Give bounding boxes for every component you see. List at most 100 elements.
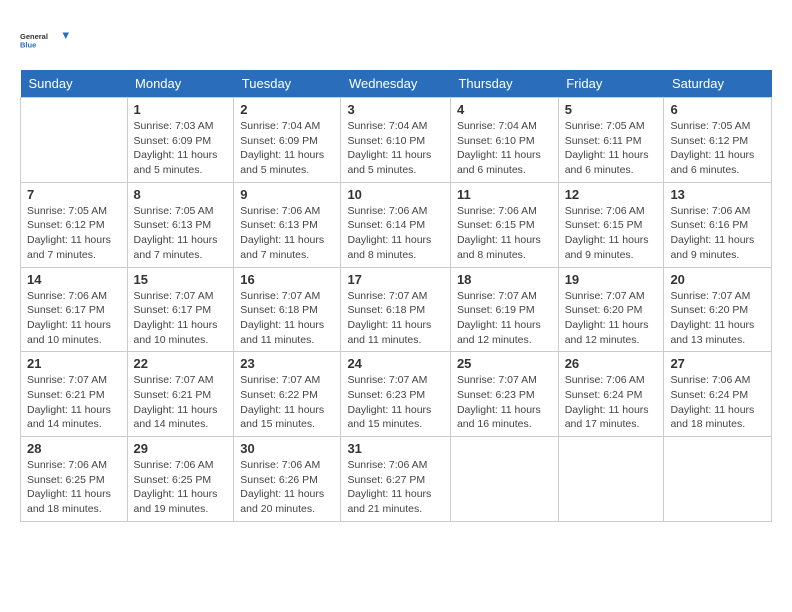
day-number: 27 bbox=[670, 356, 765, 371]
day-info: Sunrise: 7:07 AMSunset: 6:21 PMDaylight:… bbox=[134, 373, 228, 432]
day-info: Sunrise: 7:05 AMSunset: 6:11 PMDaylight:… bbox=[565, 119, 658, 178]
weekday-header-row: SundayMondayTuesdayWednesdayThursdayFrid… bbox=[21, 70, 772, 98]
day-number: 30 bbox=[240, 441, 334, 456]
logo-svg: General Blue bbox=[20, 20, 70, 60]
calendar-cell: 15 Sunrise: 7:07 AMSunset: 6:17 PMDayligh… bbox=[127, 267, 234, 352]
calendar-cell: 13 Sunrise: 7:06 AMSunset: 6:16 PMDayligh… bbox=[664, 182, 772, 267]
day-number: 3 bbox=[347, 102, 444, 117]
day-number: 14 bbox=[27, 272, 121, 287]
day-number: 9 bbox=[240, 187, 334, 202]
svg-text:Blue: Blue bbox=[20, 41, 36, 50]
day-number: 21 bbox=[27, 356, 121, 371]
day-number: 15 bbox=[134, 272, 228, 287]
calendar-cell: 30 Sunrise: 7:06 AMSunset: 6:26 PMDayligh… bbox=[234, 437, 341, 522]
calendar-cell: 17 Sunrise: 7:07 AMSunset: 6:18 PMDayligh… bbox=[341, 267, 451, 352]
day-number: 12 bbox=[565, 187, 658, 202]
calendar-cell: 10 Sunrise: 7:06 AMSunset: 6:14 PMDayligh… bbox=[341, 182, 451, 267]
svg-text:General: General bbox=[20, 32, 48, 41]
calendar-cell bbox=[450, 437, 558, 522]
day-info: Sunrise: 7:06 AMSunset: 6:17 PMDaylight:… bbox=[27, 289, 121, 348]
day-number: 23 bbox=[240, 356, 334, 371]
calendar-cell: 8 Sunrise: 7:05 AMSunset: 6:13 PMDaylight… bbox=[127, 182, 234, 267]
day-info: Sunrise: 7:07 AMSunset: 6:20 PMDaylight:… bbox=[565, 289, 658, 348]
weekday-header-saturday: Saturday bbox=[664, 70, 772, 98]
day-info: Sunrise: 7:06 AMSunset: 6:24 PMDaylight:… bbox=[670, 373, 765, 432]
calendar-cell: 26 Sunrise: 7:06 AMSunset: 6:24 PMDayligh… bbox=[558, 352, 664, 437]
calendar-week-1: 1 Sunrise: 7:03 AMSunset: 6:09 PMDaylight… bbox=[21, 98, 772, 183]
day-number: 18 bbox=[457, 272, 552, 287]
calendar-week-2: 7Sunrise: 7:05 AMSunset: 6:12 PMDaylight… bbox=[21, 182, 772, 267]
day-info: Sunrise: 7:06 AMSunset: 6:16 PMDaylight:… bbox=[670, 204, 765, 263]
weekday-header-sunday: Sunday bbox=[21, 70, 128, 98]
day-info: Sunrise: 7:06 AMSunset: 6:15 PMDaylight:… bbox=[457, 204, 552, 263]
calendar-cell: 14 Sunrise: 7:06 AMSunset: 6:17 PMDayligh… bbox=[21, 267, 128, 352]
page-header: General Blue bbox=[20, 20, 772, 60]
day-info: Sunrise: 7:07 AMSunset: 6:22 PMDaylight:… bbox=[240, 373, 334, 432]
day-info: Sunrise: 7:06 AMSunset: 6:24 PMDaylight:… bbox=[565, 373, 658, 432]
day-info: Sunrise: 7:05 AMSunset: 6:13 PMDaylight:… bbox=[134, 204, 228, 263]
day-info: Sunrise: 7:05 AMSunset: 6:12 PMDaylight:… bbox=[670, 119, 765, 178]
calendar-cell: 3 Sunrise: 7:04 AMSunset: 6:10 PMDaylight… bbox=[341, 98, 451, 183]
day-number: 13 bbox=[670, 187, 765, 202]
day-number: 31 bbox=[347, 441, 444, 456]
calendar-cell: 5Sunrise: 7:05 AMSunset: 6:11 PMDaylight… bbox=[558, 98, 664, 183]
day-number: 17 bbox=[347, 272, 444, 287]
day-number: 11 bbox=[457, 187, 552, 202]
day-number: 1 bbox=[134, 102, 228, 117]
day-info: Sunrise: 7:06 AMSunset: 6:15 PMDaylight:… bbox=[565, 204, 658, 263]
calendar-cell: 6 Sunrise: 7:05 AMSunset: 6:12 PMDaylight… bbox=[664, 98, 772, 183]
day-number: 8 bbox=[134, 187, 228, 202]
day-info: Sunrise: 7:07 AMSunset: 6:18 PMDaylight:… bbox=[347, 289, 444, 348]
calendar-cell: 2 Sunrise: 7:04 AMSunset: 6:09 PMDaylight… bbox=[234, 98, 341, 183]
day-number: 2 bbox=[240, 102, 334, 117]
weekday-header-thursday: Thursday bbox=[450, 70, 558, 98]
day-info: Sunrise: 7:06 AMSunset: 6:14 PMDaylight:… bbox=[347, 204, 444, 263]
day-info: Sunrise: 7:06 AMSunset: 6:25 PMDaylight:… bbox=[27, 458, 121, 517]
day-info: Sunrise: 7:06 AMSunset: 6:27 PMDaylight:… bbox=[347, 458, 444, 517]
calendar-cell: 7Sunrise: 7:05 AMSunset: 6:12 PMDaylight… bbox=[21, 182, 128, 267]
day-info: Sunrise: 7:06 AMSunset: 6:13 PMDaylight:… bbox=[240, 204, 334, 263]
day-number: 7 bbox=[27, 187, 121, 202]
day-number: 24 bbox=[347, 356, 444, 371]
calendar-week-4: 21 Sunrise: 7:07 AMSunset: 6:21 PMDayligh… bbox=[21, 352, 772, 437]
calendar-cell: 1 Sunrise: 7:03 AMSunset: 6:09 PMDaylight… bbox=[127, 98, 234, 183]
calendar-cell: 25 Sunrise: 7:07 AMSunset: 6:23 PMDayligh… bbox=[450, 352, 558, 437]
calendar-cell: 28 Sunrise: 7:06 AMSunset: 6:25 PMDayligh… bbox=[21, 437, 128, 522]
calendar-cell bbox=[664, 437, 772, 522]
calendar-cell: 27 Sunrise: 7:06 AMSunset: 6:24 PMDayligh… bbox=[664, 352, 772, 437]
logo: General Blue bbox=[20, 20, 70, 60]
day-info: Sunrise: 7:07 AMSunset: 6:17 PMDaylight:… bbox=[134, 289, 228, 348]
day-info: Sunrise: 7:07 AMSunset: 6:23 PMDaylight:… bbox=[347, 373, 444, 432]
day-number: 20 bbox=[670, 272, 765, 287]
calendar-cell: 31 Sunrise: 7:06 AMSunset: 6:27 PMDayligh… bbox=[341, 437, 451, 522]
day-number: 19 bbox=[565, 272, 658, 287]
calendar-table: SundayMondayTuesdayWednesdayThursdayFrid… bbox=[20, 70, 772, 522]
weekday-header-monday: Monday bbox=[127, 70, 234, 98]
day-info: Sunrise: 7:07 AMSunset: 6:21 PMDaylight:… bbox=[27, 373, 121, 432]
calendar-cell: 4Sunrise: 7:04 AMSunset: 6:10 PMDaylight… bbox=[450, 98, 558, 183]
day-info: Sunrise: 7:07 AMSunset: 6:23 PMDaylight:… bbox=[457, 373, 552, 432]
calendar-cell: 24 Sunrise: 7:07 AMSunset: 6:23 PMDayligh… bbox=[341, 352, 451, 437]
calendar-cell: 18Sunrise: 7:07 AMSunset: 6:19 PMDayligh… bbox=[450, 267, 558, 352]
calendar-cell: 16Sunrise: 7:07 AMSunset: 6:18 PMDayligh… bbox=[234, 267, 341, 352]
day-info: Sunrise: 7:04 AMSunset: 6:10 PMDaylight:… bbox=[347, 119, 444, 178]
calendar-week-3: 14 Sunrise: 7:06 AMSunset: 6:17 PMDayligh… bbox=[21, 267, 772, 352]
day-number: 29 bbox=[134, 441, 228, 456]
day-number: 10 bbox=[347, 187, 444, 202]
calendar-week-5: 28 Sunrise: 7:06 AMSunset: 6:25 PMDayligh… bbox=[21, 437, 772, 522]
day-number: 28 bbox=[27, 441, 121, 456]
day-info: Sunrise: 7:04 AMSunset: 6:10 PMDaylight:… bbox=[457, 119, 552, 178]
day-number: 6 bbox=[670, 102, 765, 117]
calendar-cell: 23 Sunrise: 7:07 AMSunset: 6:22 PMDayligh… bbox=[234, 352, 341, 437]
calendar-cell: 22 Sunrise: 7:07 AMSunset: 6:21 PMDayligh… bbox=[127, 352, 234, 437]
calendar-cell: 12 Sunrise: 7:06 AMSunset: 6:15 PMDayligh… bbox=[558, 182, 664, 267]
day-info: Sunrise: 7:06 AMSunset: 6:26 PMDaylight:… bbox=[240, 458, 334, 517]
weekday-header-tuesday: Tuesday bbox=[234, 70, 341, 98]
day-number: 22 bbox=[134, 356, 228, 371]
day-info: Sunrise: 7:03 AMSunset: 6:09 PMDaylight:… bbox=[134, 119, 228, 178]
calendar-cell: 29Sunrise: 7:06 AMSunset: 6:25 PMDayligh… bbox=[127, 437, 234, 522]
day-number: 26 bbox=[565, 356, 658, 371]
calendar-cell bbox=[558, 437, 664, 522]
day-info: Sunrise: 7:04 AMSunset: 6:09 PMDaylight:… bbox=[240, 119, 334, 178]
day-number: 25 bbox=[457, 356, 552, 371]
